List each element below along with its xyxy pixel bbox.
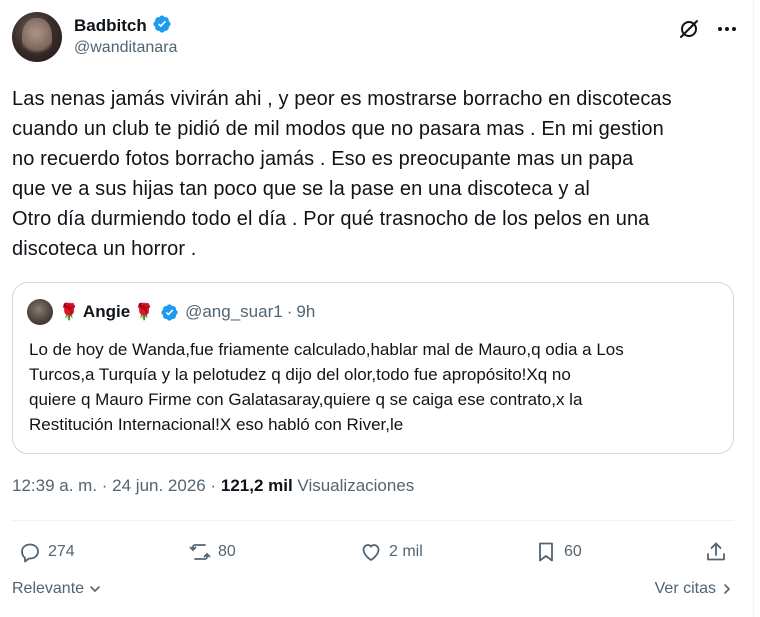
reply-button[interactable]: 274 [18, 540, 75, 564]
quoted-text-line: quiere q Mauro Firme con Galatasaray,qui… [29, 390, 583, 409]
bookmark-icon [539, 542, 553, 562]
author-handle[interactable]: @wanditanara [74, 39, 177, 57]
chevron-down-icon [90, 586, 100, 592]
header-actions [678, 18, 738, 40]
verified-badge-icon[interactable] [152, 14, 172, 39]
quoted-text-line: Turcos,a Turquía y la pelotudez q dijo d… [29, 365, 571, 384]
rose-emoji: 🌹 [59, 304, 79, 321]
divider [12, 520, 734, 521]
share-icon [707, 542, 725, 561]
views-count: 121,2 mil [220, 476, 293, 495]
post-text-line: Las nenas jamás vivirán ahi , y peor es … [12, 88, 672, 110]
post-meta-row: 12:39 a. m. · 24 jun. 2026 · 121,2 mil V… [12, 476, 414, 496]
bookmark-button[interactable]: 60 [534, 540, 582, 564]
chevron-right-icon [724, 584, 730, 594]
repost-count: 80 [218, 543, 236, 560]
quoted-post-header: 🌹 Angie 🌹 @ang_suar1 · 9h [27, 298, 315, 326]
more-options-icon[interactable] [716, 18, 738, 40]
post-text-line: Otro día durmiendo todo el día . Por qué… [12, 208, 650, 230]
column-border [753, 0, 754, 617]
heart-icon [362, 544, 380, 561]
quoted-author-avatar [27, 299, 53, 325]
author-display-name[interactable]: Badbitch [74, 16, 147, 36]
author-avatar[interactable] [12, 12, 62, 62]
post-text-line: discoteca un horror . [12, 238, 197, 260]
quoted-post-time: 9h [296, 302, 316, 321]
quoted-author-handle: @ang_suar1 [185, 302, 283, 321]
views-label: Visualizaciones [297, 476, 415, 495]
grok-icon[interactable] [678, 18, 700, 40]
quoted-text-line: Lo de hoy de Wanda,fue friamente calcula… [29, 340, 624, 359]
quoted-post-text: Lo de hoy de Wanda,fue friamente calcula… [29, 337, 729, 437]
rose-emoji: 🌹 [134, 304, 155, 321]
reply-icon [21, 543, 39, 563]
quoted-text-line: Restitución Internacional!X eso habló co… [29, 415, 404, 434]
post-header: Badbitch @wanditanara [12, 12, 738, 68]
verified-badge-icon [160, 303, 179, 322]
like-count: 2 mil [389, 543, 423, 560]
quoted-post-card[interactable]: 🌹 Angie 🌹 @ang_suar1 · 9h Lo de hoy de W… [12, 282, 734, 454]
reply-count: 274 [48, 543, 75, 560]
view-quotes-label: Ver citas [654, 580, 716, 597]
bookmark-count: 60 [564, 543, 582, 560]
post-timestamp[interactable]: 12:39 a. m. · 24 jun. 2026 · [12, 476, 216, 495]
quoted-author-name: Angie [82, 302, 131, 321]
repost-button[interactable]: 80 [188, 540, 236, 564]
post-text-line: cuando un club te pidió de mil modos que… [12, 118, 664, 140]
action-bar: 274 80 2 mil 60 [18, 540, 732, 566]
meta-separator: · [286, 302, 293, 321]
post-text-line: que ve a sus hijas tan poco que se la pa… [12, 178, 590, 200]
post-text: Las nenas jamás vivirán ahi , y peor es … [12, 84, 748, 264]
author-names: Badbitch @wanditanara [74, 14, 177, 57]
like-button[interactable]: 2 mil [359, 540, 423, 564]
post-text-line: no recuerdo fotos borracho jamás . Eso e… [12, 148, 634, 170]
share-button[interactable] [704, 540, 728, 564]
sort-dropdown[interactable]: Relevante [12, 580, 102, 598]
view-quotes-link[interactable]: Ver citas [655, 580, 734, 598]
sort-label: Relevante [12, 580, 85, 597]
repost-icon [189, 544, 211, 560]
replies-sort-row: Relevante Ver citas [12, 580, 734, 604]
